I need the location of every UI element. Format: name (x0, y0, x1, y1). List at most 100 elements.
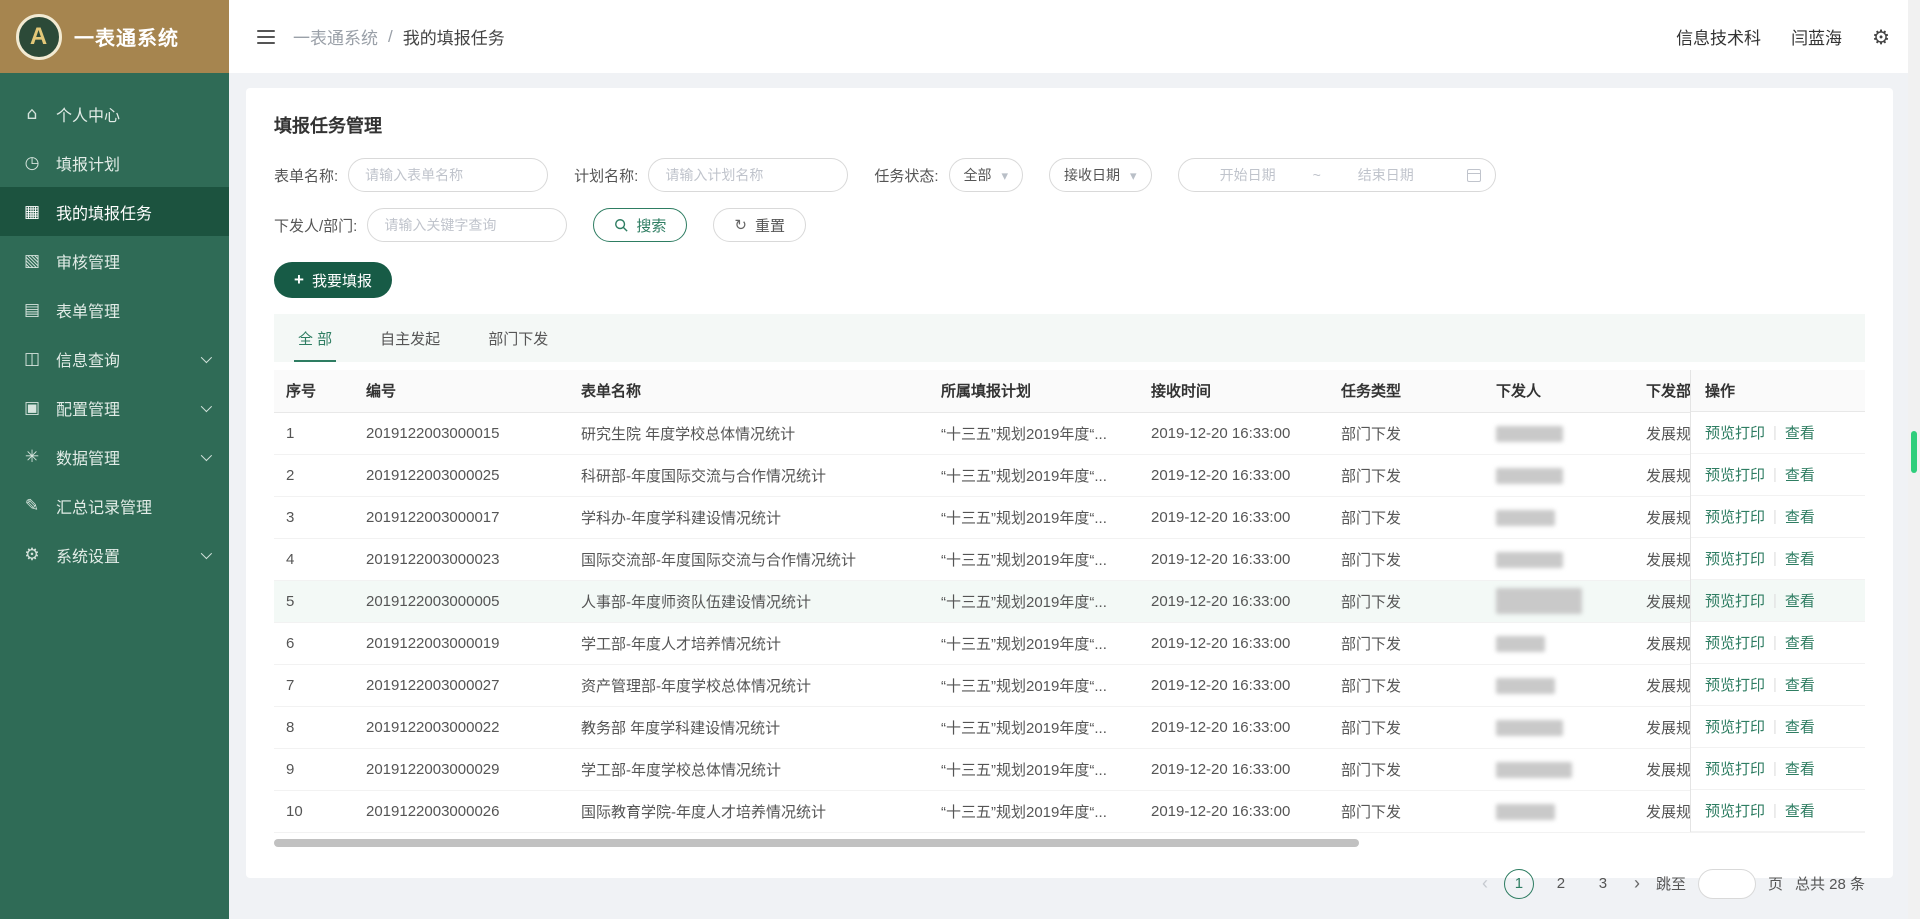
tab-self-initiated[interactable]: 自主发起 (356, 314, 464, 362)
sidebar-item-summary-records[interactable]: 汇总记录管理 (0, 481, 229, 530)
preview-print-link[interactable]: 预览打印 (1705, 464, 1765, 485)
view-link[interactable]: 查看 (1785, 422, 1815, 443)
end-date-input[interactable] (1331, 167, 1441, 183)
fill-button-label: 我要填报 (312, 270, 372, 291)
sidebar-item-personal-center[interactable]: 个人中心 (0, 89, 229, 138)
content-area: 填报任务管理 表单名称: 计划名称: 任务状态: 全部 (229, 73, 1920, 919)
view-link[interactable]: 查看 (1785, 800, 1815, 821)
sidebar-item-config-management[interactable]: 配置管理 (0, 383, 229, 432)
preview-print-link[interactable]: 预览打印 (1705, 590, 1765, 611)
cell-index: 3 (274, 496, 354, 538)
start-date-input[interactable] (1193, 167, 1303, 183)
form-name-input[interactable] (348, 158, 548, 192)
sidebar-item-info-query[interactable]: 信息查询 (0, 334, 229, 383)
table-row[interactable]: 8 2019122003000022 教务部 年度学科建设情况统计 “十三五”规… (274, 706, 1865, 748)
page-number-3[interactable]: 3 (1588, 869, 1618, 899)
task-status-filter: 任务状态: 全部 (874, 158, 1023, 192)
task-status-label: 任务状态: (874, 165, 938, 186)
cell-form-name: 学工部-年度学校总体情况统计 (569, 748, 929, 790)
table-row[interactable]: 2 2019122003000025 科研部-年度国际交流与合作情况统计 “十三… (274, 454, 1865, 496)
sidebar-item-audit-management[interactable]: 审核管理 (0, 236, 229, 285)
table-row[interactable]: 1 2019122003000015 研究生院 年度学校总体情况统计 “十三五”… (274, 412, 1865, 454)
breadcrumb-root[interactable]: 一表通系统 (293, 24, 378, 49)
view-link[interactable]: 查看 (1785, 632, 1815, 653)
preview-print-link[interactable]: 预览打印 (1705, 800, 1765, 821)
table-row[interactable]: 9 2019122003000029 学工部-年度学校总体情况统计 “十三五”规… (274, 748, 1865, 790)
gear-icon[interactable] (1872, 25, 1890, 49)
prev-page-button[interactable]: ‹ (1478, 873, 1492, 894)
table-row[interactable]: 5 2019122003000005 人事部-年度师资队伍建设情况统计 “十三五… (274, 580, 1865, 622)
preview-print-link[interactable]: 预览打印 (1705, 758, 1765, 779)
chevron-down-icon (201, 547, 212, 558)
cell-code: 2019122003000015 (354, 412, 569, 454)
cell-form-name: 资产管理部-年度学校总体情况统计 (569, 664, 929, 706)
table-row[interactable]: 7 2019122003000027 资产管理部-年度学校总体情况统计 “十三五… (274, 664, 1865, 706)
breadcrumb-separator: / (388, 27, 393, 47)
cell-index: 7 (274, 664, 354, 706)
receive-date-select[interactable]: 接收日期 (1049, 158, 1152, 192)
cell-index: 8 (274, 706, 354, 748)
page-number-2[interactable]: 2 (1546, 869, 1576, 899)
horizontal-scrollbar-thumb[interactable] (274, 839, 1359, 847)
cell-plan: “十三五”规划2019年度“... (929, 538, 1139, 580)
table-viewport: 序号 编号 表单名称 所属填报计划 接收时间 任务类型 下发人 下发部门 (274, 370, 1865, 833)
sidebar-item-data-management[interactable]: 数据管理 (0, 432, 229, 481)
table-row[interactable]: 6 2019122003000019 学工部-年度人才培养情况统计 “十三五”规… (274, 622, 1865, 664)
task-list-icon (20, 202, 44, 222)
cell-issuer (1484, 664, 1634, 706)
sidebar-item-my-fill-tasks[interactable]: 我的填报任务 (0, 187, 229, 236)
tab-all[interactable]: 全 部 (274, 314, 356, 362)
jump-label: 跳至 (1656, 873, 1686, 894)
task-status-select[interactable]: 全部 (949, 158, 1024, 192)
cell-received-time: 2019-12-20 16:33:00 (1139, 496, 1329, 538)
search-button[interactable]: 搜索 (593, 208, 687, 242)
preview-print-link[interactable]: 预览打印 (1705, 422, 1765, 443)
preview-print-link[interactable]: 预览打印 (1705, 716, 1765, 737)
page-jump-input[interactable] (1698, 869, 1756, 899)
view-link[interactable]: 查看 (1785, 506, 1815, 527)
i-want-to-fill-button[interactable]: 我要填报 (274, 262, 392, 298)
user-name[interactable]: 闫蓝海 (1791, 24, 1842, 49)
issuer-redacted-block (1496, 510, 1555, 526)
view-link[interactable]: 查看 (1785, 758, 1815, 779)
issuer-redacted-block (1496, 678, 1555, 694)
cell-issuer (1484, 748, 1634, 790)
view-link[interactable]: 查看 (1785, 548, 1815, 569)
next-page-button[interactable]: › (1630, 873, 1644, 894)
chevron-down-icon (201, 400, 212, 411)
preview-print-link[interactable]: 预览打印 (1705, 632, 1765, 653)
sidebar-item-fill-plan[interactable]: 填报计划 (0, 138, 229, 187)
col-index: 序号 (274, 370, 354, 412)
plan-name-input[interactable] (648, 158, 848, 192)
tab-department-issued[interactable]: 部门下发 (464, 314, 572, 362)
main-column: 一表通系统 / 我的填报任务 信息技术科 闫蓝海 填报任务管理 表单名称: (229, 0, 1920, 919)
cell-task-type: 部门下发 (1329, 622, 1484, 664)
preview-print-link[interactable]: 预览打印 (1705, 506, 1765, 527)
cell-form-name: 学科办-年度学科建设情况统计 (569, 496, 929, 538)
summary-record-icon (20, 496, 44, 516)
issuer-input[interactable] (367, 208, 567, 242)
cell-received-time: 2019-12-20 16:33:00 (1139, 790, 1329, 832)
sidebar-item-form-management[interactable]: 表单管理 (0, 285, 229, 334)
form-name-filter: 表单名称: (274, 158, 548, 192)
sidebar-item-system-settings[interactable]: 系统设置 (0, 530, 229, 579)
view-link[interactable]: 查看 (1785, 590, 1815, 611)
table-row[interactable]: 10 2019122003000026 国际教育学院-年度人才培养情况统计 “十… (274, 790, 1865, 832)
preview-print-link[interactable]: 预览打印 (1705, 674, 1765, 695)
vertical-scrollbar-thumb[interactable] (1911, 431, 1917, 473)
table-row[interactable]: 4 2019122003000023 国际交流部-年度国际交流与合作情况统计 “… (274, 538, 1865, 580)
row-actions: 预览打印 | 查看 (1691, 664, 1865, 706)
reset-button[interactable]: 重置 (713, 208, 806, 242)
sidebar-item-label: 系统设置 (56, 543, 120, 567)
view-link[interactable]: 查看 (1785, 674, 1815, 695)
filter-row-2: 下发人/部门: 搜索 重置 (274, 208, 1865, 242)
page-number-1[interactable]: 1 (1504, 869, 1534, 899)
row-actions: 预览打印 | 查看 (1691, 454, 1865, 496)
view-link[interactable]: 查看 (1785, 464, 1815, 485)
sidebar-item-label: 数据管理 (56, 445, 120, 469)
preview-print-link[interactable]: 预览打印 (1705, 548, 1765, 569)
view-link[interactable]: 查看 (1785, 716, 1815, 737)
table-row[interactable]: 3 2019122003000017 学科办-年度学科建设情况统计 “十三五”规… (274, 496, 1865, 538)
date-range-picker[interactable]: ~ (1178, 158, 1496, 192)
menu-fold-icon[interactable] (255, 26, 277, 48)
